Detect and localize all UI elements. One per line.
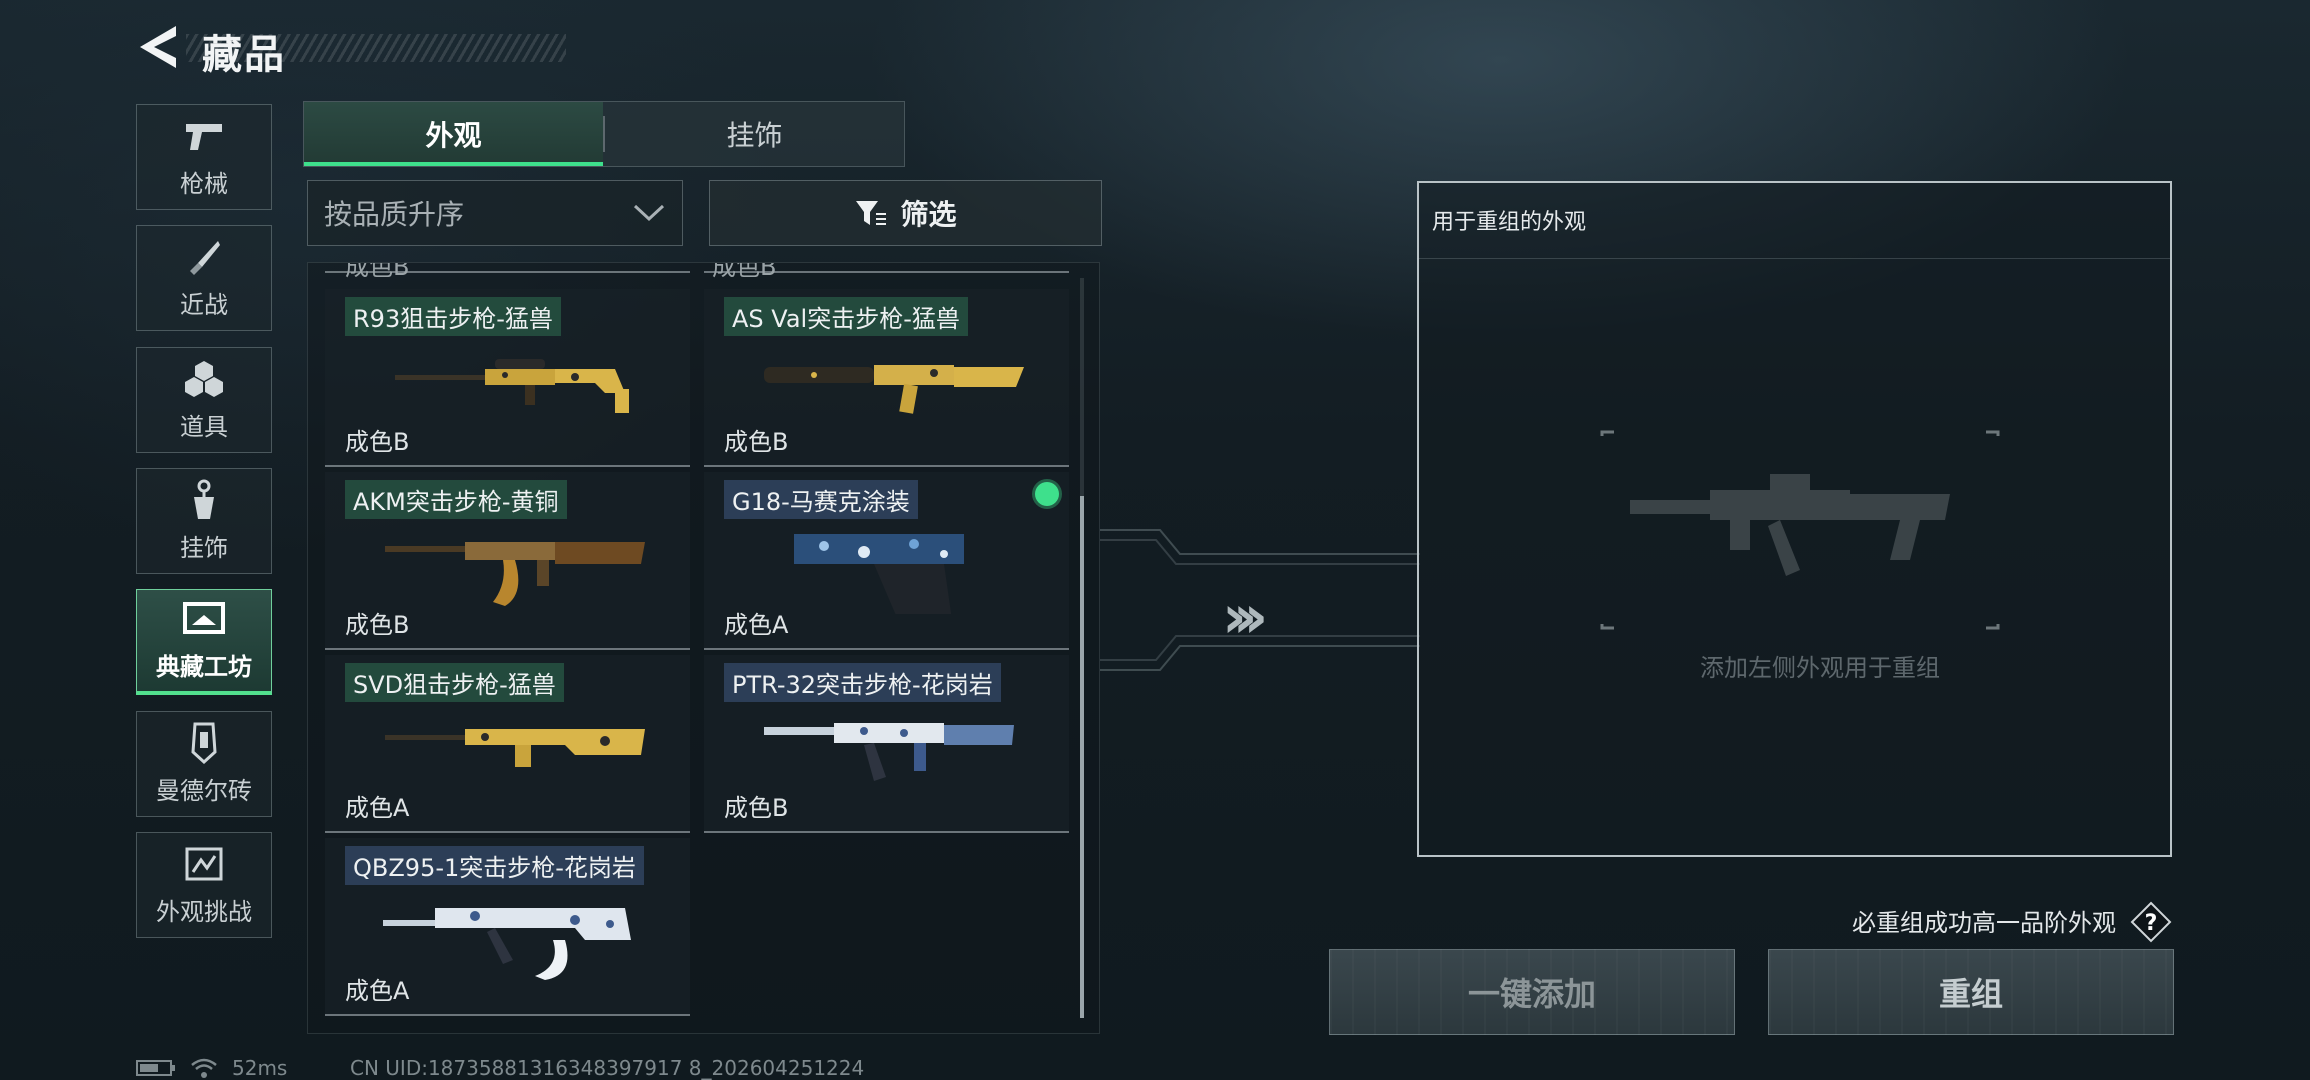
card-grade: 成色A [345,794,410,822]
skin-card[interactable]: AKM突击步枪-黄铜 成色B [325,472,690,650]
add-all-button[interactable]: 一键添加 [1329,949,1735,1035]
page-title: 藏品 [202,32,286,78]
nav-label: 道具 [180,412,228,441]
partial-card[interactable]: 成色B [704,263,1069,281]
skin-card[interactable]: R93狙击步枪-猛兽 成色B [325,289,690,467]
assault-rifle-icon [764,365,1024,414]
nav-item-challenge[interactable]: 外观挑战 [136,832,272,938]
skin-card[interactable]: AS Val突击步枪-猛兽 成色B [704,289,1069,467]
charm-icon [182,479,226,520]
nav-item-charms[interactable]: 挂饰 [136,468,272,574]
card-grade: 成色B [345,428,410,456]
wifi-icon [191,1058,217,1078]
skin-card[interactable]: SVD狙击步枪-猛兽 成色A [325,655,690,833]
skin-card[interactable]: PTR-32突击步枪-花岗岩 成色B [704,655,1069,833]
skin-grid[interactable]: 成色B 成色B R93狙击步枪-猛兽 成色B AS Val突击步枪-猛兽 成色B [307,262,1100,1034]
nav-label: 曼德尔砖 [156,776,252,805]
uid-text: CN UID:18735881316348397917 8_2026042512… [350,1056,865,1080]
grenades-icon [182,359,226,399]
pistol-skin-icon [794,534,964,614]
card-grade: 成色A [724,611,789,639]
bullpup-rifle-icon [383,908,631,980]
filter-button[interactable]: 筛选 [709,180,1102,246]
reorg-button[interactable]: 重组 [1768,949,2174,1035]
placeholder-rifle-icon [1600,430,2000,630]
reorg-divider [1419,258,2170,259]
selected-indicator [1035,482,1059,506]
nav-item-melee[interactable]: 近战 [136,225,272,331]
filter-label: 筛选 [900,198,957,231]
card-grade: 成色B [345,262,410,281]
tab-appearance[interactable]: 外观 [304,102,603,166]
knife-icon [182,237,226,277]
status-bar: 52ms [136,1056,287,1080]
card-grade: 成色B [724,794,789,822]
reorg-title: 用于重组的外观 [1432,210,1587,235]
sort-value: 按品质升序 [324,198,465,231]
guarantee-text: 必重组成功高一品阶外观 [1852,909,2116,937]
nav-label: 外观挑战 [156,897,252,926]
pistol-icon [182,116,226,156]
nav-label: 枪械 [180,169,228,198]
assault-rifle-icon [385,542,645,606]
partial-card[interactable]: 成色B [325,263,690,281]
filter-icon [856,201,887,225]
back-arrow-icon[interactable] [136,24,182,70]
tab-bar: 外观 挂饰 [303,101,905,167]
card-grade: 成色B [724,428,789,456]
nav-item-guns[interactable]: 枪械 [136,104,272,210]
card-grade: 成色A [345,977,410,1005]
nav-item-props[interactable]: 道具 [136,347,272,453]
sniper-rifle-icon [385,729,645,767]
nav-item-workshop[interactable]: 典藏工坊 [136,589,272,695]
nav-item-brick[interactable]: 曼德尔砖 [136,711,272,817]
card-grade: 成色B [712,262,777,281]
brick-icon [182,722,226,764]
nav-label: 典藏工坊 [156,653,252,681]
chevron-down-icon [633,204,665,222]
connector-lines [1100,529,1420,671]
nav-label: 挂饰 [180,533,228,562]
battery-icon [136,1060,175,1076]
sort-dropdown[interactable]: 按品质升序 [307,180,683,246]
reorg-placeholder: 添加左侧外观用于重组 [1700,654,1940,682]
grid-scrollbar-thumb[interactable] [1080,496,1084,1018]
nav-label: 近战 [180,290,228,319]
help-icon[interactable]: ? [2130,901,2172,943]
forward-chevrons-icon: ››› [1222,582,1268,652]
assault-rifle-icon [764,723,1014,781]
svg-text:?: ? [2145,911,2158,936]
workshop-icon [182,599,226,639]
sniper-rifle-icon [395,359,629,413]
challenge-icon [182,844,226,884]
ping-value: 52ms [232,1056,288,1080]
tab-charms[interactable]: 挂饰 [605,102,904,166]
skin-card[interactable]: QBZ95-1突击步枪-花岗岩 成色A [325,838,690,1016]
skin-card[interactable]: G18-马赛克涂装 成色A [704,472,1069,650]
card-grade: 成色B [345,611,410,639]
